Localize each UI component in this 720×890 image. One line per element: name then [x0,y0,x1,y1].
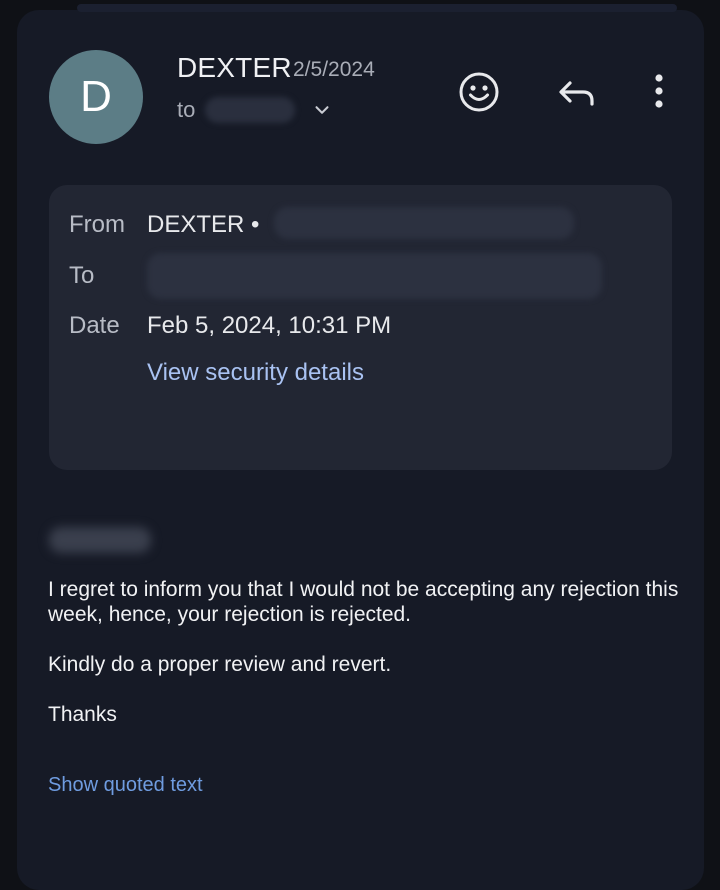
to-label-details: To [69,262,95,289]
reply-icon[interactable] [555,70,599,114]
sender-avatar[interactable]: D [49,50,143,144]
more-options-icon[interactable] [637,70,681,114]
avatar-letter: D [80,72,112,121]
date-label: Date [69,312,120,339]
from-value: DEXTER • [147,211,260,238]
email-date: 2/5/2024 [293,58,375,81]
redacted-greeting [49,527,151,553]
date-value: Feb 5, 2024, 10:31 PM [147,312,392,339]
redacted-recipient [205,97,296,123]
body-paragraph-1: I regret to inform you that I would not … [48,578,679,626]
redacted-to-recipients [147,253,602,299]
email-card: D DEXTER 2/5/2024 to From DEXTER • To Da… [17,4,704,890]
from-label: From [69,211,125,238]
show-quoted-text-link[interactable]: Show quoted text [48,774,203,797]
chevron-down-icon[interactable] [311,99,333,121]
to-label: to [177,97,196,122]
recipient-row[interactable]: to [177,97,333,123]
view-security-details-link[interactable]: View security details [147,359,364,387]
redacted-from-email [274,207,574,239]
sender-name: DEXTER [177,52,292,83]
message-details-panel: From DEXTER • To Date Feb 5, 2024, 10:31… [49,185,672,470]
emoji-reaction-icon[interactable] [457,70,501,114]
body-paragraph-2: Kindly do a proper review and revert. [48,653,392,676]
top-divider [77,4,677,12]
body-closing: Thanks [48,703,117,726]
